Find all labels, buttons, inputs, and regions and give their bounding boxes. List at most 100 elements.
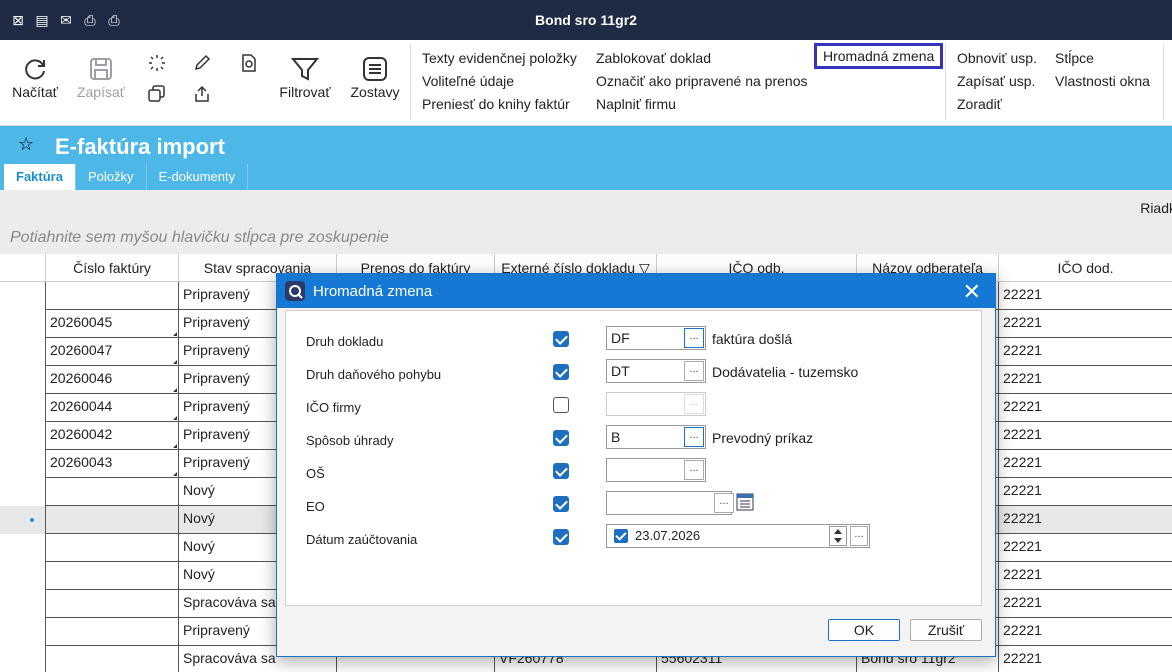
cell-invoice-number[interactable]: 20260043 [46,450,179,478]
menu-save-layout[interactable]: Zapísať usp. [957,73,1035,89]
document-search-icon[interactable] [240,54,258,72]
row-indicator[interactable] [0,646,46,672]
cell-invoice-number[interactable]: 20260046 [46,366,179,394]
tab-items[interactable]: Položky [76,164,147,190]
cell-corner-marker [173,444,177,448]
reports-button[interactable]: Zostavy [348,56,402,100]
cell-invoice-number[interactable]: 20260045 [46,310,179,338]
cell-supplier-id[interactable]: 22221 [999,618,1172,646]
spin-up-icon[interactable] [834,529,842,534]
cell-supplier-id[interactable]: 22221 [999,450,1172,478]
row-indicator[interactable] [0,338,46,366]
cell-supplier-id[interactable]: 22221 [999,506,1172,534]
loading-icon[interactable] [148,54,166,72]
checkbox-payment-method[interactable] [553,430,569,446]
cell-supplier-id[interactable]: 22221 [999,366,1172,394]
lookup-button-os[interactable]: ... [684,460,704,480]
cell-supplier-id[interactable]: 22221 [999,562,1172,590]
row-indicator[interactable] [0,590,46,618]
cell-supplier-id[interactable]: 22221 [999,310,1172,338]
checkbox-os[interactable] [553,463,569,479]
checkbox-eo[interactable] [553,496,569,512]
row-indicator[interactable] [0,422,46,450]
load-button[interactable]: Načítať [10,56,60,100]
cell-supplier-id[interactable]: 22221 [999,422,1172,450]
lookup-button-eo[interactable]: ... [714,493,734,513]
list-picker-icon[interactable] [736,493,754,511]
menu-fill-company[interactable]: Naplniť firmu [596,96,676,112]
group-hint[interactable]: Potiahnite sem myšou hlavičku stĺpca pre… [10,229,389,247]
column-header-supplier-id[interactable]: IČO dod. [999,254,1172,282]
cell-invoice-number[interactable]: 20260042 [46,422,179,450]
cell-invoice-number[interactable] [46,646,179,672]
menu-block-document[interactable]: Zablokovať doklad [596,50,711,66]
cell-invoice-number[interactable]: 20260047 [46,338,179,366]
spin-down-icon[interactable] [834,538,842,543]
menu-sort[interactable]: Zoradiť [957,96,1002,112]
checkbox-tax-movement[interactable] [553,364,569,380]
cell-invoice-number[interactable] [46,590,179,618]
row-indicator[interactable] [0,366,46,394]
lookup-button-company-id[interactable]: ... [684,394,704,414]
column-header-invoice-number[interactable]: Číslo faktúry [46,254,179,282]
row-indicator[interactable] [0,562,46,590]
row-indicator[interactable] [0,478,46,506]
cell-invoice-number[interactable] [46,282,179,310]
row-indicator[interactable] [0,310,46,338]
row-indicator[interactable] [0,282,46,310]
favorite-star-icon[interactable]: ☆ [18,134,34,155]
menu-window-properties[interactable]: Vlastnosti okna [1055,73,1150,89]
cell-invoice-number[interactable] [46,562,179,590]
cell-text: Pripravený [183,314,250,330]
checkbox-company-id[interactable] [553,397,569,413]
lookup-button-posting-date[interactable]: ... [850,526,868,546]
ok-button[interactable]: OK [828,619,900,641]
ribbon-separator [945,44,946,120]
checkbox-posting-date[interactable] [553,529,569,545]
cell-supplier-id[interactable]: 22221 [999,590,1172,618]
checkbox-document-type[interactable] [553,331,569,347]
menu-transfer-to-book[interactable]: Preniesť do knihy faktúr [422,96,570,112]
close-icon[interactable]: ✕ [963,279,981,305]
cell-corner-marker [173,360,177,364]
save-button[interactable]: Zapísať [74,56,128,100]
row-indicator[interactable] [0,506,46,534]
lookup-button-tax-movement[interactable]: ... [684,361,704,381]
cell-supplier-id[interactable]: 22221 [999,534,1172,562]
date-picker-posting-date[interactable]: 23.07.2026 ... [606,524,870,548]
copy-icon[interactable] [148,85,166,103]
cell-supplier-id[interactable]: 22221 [999,394,1172,422]
cell-supplier-id[interactable]: 22221 [999,282,1172,310]
edit-icon[interactable] [193,54,211,72]
cell-supplier-id[interactable]: 22221 [999,478,1172,506]
date-enabled-checkbox[interactable] [614,529,628,543]
cell-supplier-id[interactable]: 22221 [999,646,1172,672]
lookup-button-document-type[interactable]: ... [684,328,704,348]
date-spinner[interactable] [829,526,847,546]
cell-text: 22221 [1003,342,1042,358]
row-indicator[interactable] [0,534,46,562]
cell-invoice-number[interactable] [46,534,179,562]
app-window: ⊠ ▤ ✉ ⎙ ⎙ Bond sro 11gr2 Načítať Zapísať… [0,0,1172,672]
cancel-button[interactable]: Zrušiť [910,619,982,641]
menu-columns[interactable]: Stĺpce [1055,50,1094,66]
filter-button[interactable]: Filtrovať [276,56,334,100]
menu-mark-ready[interactable]: Označiť ako pripravené na prenos [596,73,807,89]
cell-invoice-number[interactable] [46,618,179,646]
cell-invoice-number[interactable] [46,478,179,506]
cell-supplier-id[interactable]: 22221 [999,338,1172,366]
tab-e-documents[interactable]: E-dokumenty [147,164,249,190]
export-icon[interactable] [193,85,211,103]
cell-text: 20260045 [50,314,113,330]
row-indicator[interactable] [0,618,46,646]
cell-invoice-number[interactable]: 20260044 [46,394,179,422]
menu-optional-data[interactable]: Voliteľné údaje [422,73,514,89]
row-indicator[interactable] [0,450,46,478]
menu-evidence-texts[interactable]: Texty evidenčnej položky [422,50,577,66]
cell-invoice-number[interactable] [46,506,179,534]
row-indicator[interactable] [0,394,46,422]
menu-refresh-layout[interactable]: Obnoviť usp. [957,50,1037,66]
tab-invoice[interactable]: Faktúra [4,164,76,190]
menu-bulk-change[interactable]: Hromadná zmena [814,43,944,69]
lookup-button-payment-method[interactable]: ... [684,427,704,447]
